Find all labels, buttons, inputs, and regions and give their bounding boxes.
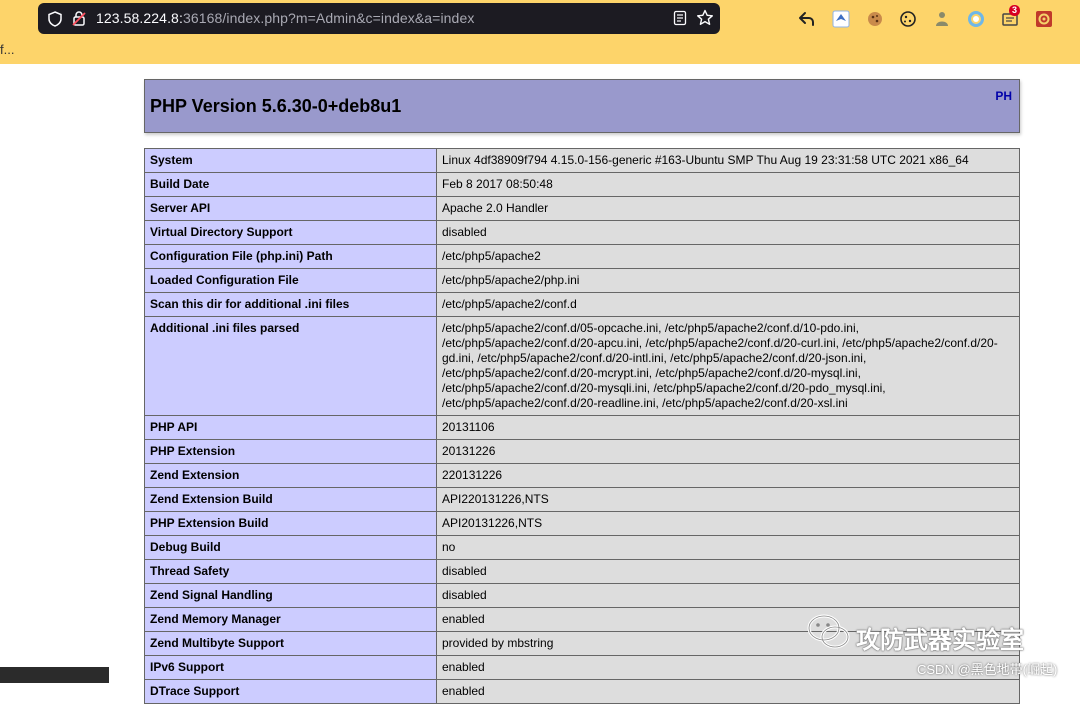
row-key: PHP Extension [144,439,437,464]
row-key: Loaded Configuration File [144,268,437,293]
row-value: API20131226,NTS [436,511,1020,536]
table-row: PHP Extension Build API20131226,NTS [144,511,1020,536]
row-key: DTrace Support [144,679,437,704]
bookmarks-overflow-text[interactable]: f... [0,42,14,57]
back-arrow-icon[interactable] [797,9,817,29]
row-key: Zend Signal Handling [144,583,437,608]
row-value: no [436,535,1020,560]
extension-cookie-icon[interactable] [865,9,885,29]
status-bar [0,667,109,683]
tracking-shield-icon[interactable] [47,11,63,27]
insecure-lock-icon[interactable] [71,10,87,27]
table-row: Thread Safety disabled [144,559,1020,584]
row-key: Additional .ini files parsed [144,316,437,416]
row-value: 20131106 [436,415,1020,440]
table-row: PHP API 20131106 [144,415,1020,440]
row-value: API220131226,NTS [436,487,1020,512]
phpinfo-container: PHP Version 5.6.30-0+deb8u1 PH System Lin… [144,79,1020,704]
browser-toolbar: 123.58.224.8:36168/index.php?m=Admin&c=i… [0,0,1080,64]
extension-ring-icon[interactable] [966,9,986,29]
row-value: Feb 8 2017 08:50:48 [436,172,1020,197]
row-key: Virtual Directory Support [144,220,437,245]
table-row: Zend Signal Handling disabled [144,583,1020,608]
row-key: System [144,148,437,173]
php-logo: PH [995,89,1012,103]
row-key: Scan this dir for additional .ini files [144,292,437,317]
row-value: disabled [436,220,1020,245]
table-row: Server API Apache 2.0 Handler [144,196,1020,221]
row-key: Zend Memory Manager [144,607,437,632]
extension-gear-icon[interactable] [1034,9,1054,29]
table-row: Configuration File (php.ini) Path/etc/ph… [144,244,1020,269]
address-bar[interactable]: 123.58.224.8:36168/index.php?m=Admin&c=i… [38,3,720,34]
table-row: Debug Build no [144,535,1020,560]
row-key: Server API [144,196,437,221]
row-value: /etc/php5/apache2 [436,244,1020,269]
wechat-logo-icon [807,614,850,649]
row-key: Build Date [144,172,437,197]
url-port-path: 36168/index.php?m=Admin&c=index&a=index [182,10,475,26]
php-version-header: PHP Version 5.6.30-0+deb8u1 PH [144,79,1020,133]
url-host: 123.58.224.8: [96,10,183,26]
url-text[interactable]: 123.58.224.8:36168/index.php?m=Admin&c=i… [96,10,474,26]
row-key: Zend Extension [144,463,437,488]
row-key: Configuration File (php.ini) Path [144,244,437,269]
extension-cookie-outline-icon[interactable] [898,9,918,29]
table-row: Zend Extension Build API220131226,NTS [144,487,1020,512]
watermark-title: 攻防武器实验室 [856,627,1024,654]
table-row: Virtual Directory Support disabled [144,220,1020,245]
row-value: Linux 4df38909f794 4.15.0-156-generic #1… [436,148,1020,173]
row-key: Debug Build [144,535,437,560]
extension-puzzle-icon[interactable] [932,9,952,29]
reader-view-icon[interactable] [672,10,688,26]
row-key: Thread Safety [144,559,437,584]
row-value: disabled [436,559,1020,584]
row-value: /etc/php5/apache2/conf.d [436,292,1020,317]
table-row: Additional .ini files parsed/etc/php5/ap… [144,316,1020,416]
table-row: Build Date Feb 8 2017 08:50:48 [144,172,1020,197]
bookmark-star-icon[interactable] [696,9,714,27]
row-key: Zend Extension Build [144,487,437,512]
table-row: System Linux 4df38909f794 4.15.0-156-gene… [144,148,1020,173]
row-value: 20131226 [436,439,1020,464]
notification-badge: 3 [1009,5,1021,16]
table-row: PHP Extension 20131226 [144,439,1020,464]
row-key: PHP Extension Build [144,511,437,536]
row-value: disabled [436,583,1020,608]
row-value: /etc/php5/apache2/conf.d/05-opcache.ini,… [436,316,1020,416]
table-row: Scan this dir for additional .ini files /… [144,292,1020,317]
row-value: Apache 2.0 Handler [436,196,1020,221]
table-row: Zend Extension 220131226 [144,463,1020,488]
watermark-subtitle: CSDN @黑色地带(崛起) [917,662,1058,677]
row-key: PHP API [144,415,437,440]
row-value: enabled [436,679,1020,704]
row-key: Zend Multibyte Support [144,631,437,656]
row-value: 220131226 [436,463,1020,488]
page-title: PHP Version 5.6.30-0+deb8u1 [150,96,402,116]
table-row: Loaded Configuration File/etc/php5/apach… [144,268,1020,293]
table-row: DTrace Support enabled [144,679,1020,704]
row-value: /etc/php5/apache2/php.ini [436,268,1020,293]
table-row: IPv6 Support enabled [144,655,1020,680]
row-key: IPv6 Support [144,655,437,680]
extension-bird-icon[interactable] [831,9,851,29]
